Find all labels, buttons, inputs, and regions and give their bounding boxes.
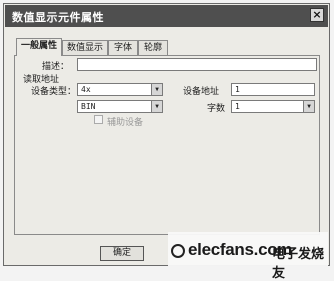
general-panel: 描述： 读取地址 设备类型： 4x ▼ 设备地址 1 BIN ▼ 字数 1 ▼ …	[14, 55, 320, 235]
format-select[interactable]: BIN ▼	[77, 100, 163, 113]
title-bar[interactable]: 数值显示元件属性 ×	[5, 5, 328, 27]
ok-button[interactable]: 确定	[100, 246, 144, 261]
tab-numeric-display[interactable]: 数值显示	[62, 40, 108, 55]
watermark-subtext: 电子发烧友	[272, 247, 325, 281]
chevron-down-icon[interactable]: ▼	[303, 101, 314, 112]
format-value: BIN	[81, 102, 96, 111]
tab-outline[interactable]: 轮廓	[138, 40, 168, 55]
close-icon: ×	[312, 8, 322, 21]
description-label: 描述：	[42, 62, 70, 72]
close-button[interactable]: ×	[310, 8, 324, 22]
device-address-input[interactable]: 1	[231, 83, 315, 96]
logo-icon	[171, 244, 185, 258]
word-count-value: 1	[235, 102, 240, 111]
watermark: elecfans.com 电子发烧友	[168, 232, 328, 281]
word-count-select[interactable]: 1 ▼	[231, 100, 315, 113]
dialog-title: 数值显示元件属性	[12, 11, 104, 24]
aux-device-label: 辅助设备	[107, 118, 144, 128]
aux-device-checkbox[interactable]	[94, 115, 103, 124]
chevron-down-icon[interactable]: ▼	[151, 101, 162, 112]
description-input[interactable]	[77, 58, 317, 71]
chevron-down-icon[interactable]: ▼	[151, 84, 162, 95]
device-type-label: 设备类型：	[31, 87, 77, 97]
device-type-select[interactable]: 4x ▼	[77, 83, 163, 96]
properties-dialog: 数值显示元件属性 × 一般属性 数值显示 字体 轮廓 描述： 读取地址 设备类型…	[3, 3, 330, 266]
tab-general[interactable]: 一般属性	[16, 38, 62, 56]
tab-font[interactable]: 字体	[108, 40, 138, 55]
device-type-value: 4x	[81, 85, 91, 94]
word-count-label: 字数	[207, 104, 226, 114]
device-address-label: 设备地址	[183, 87, 220, 97]
